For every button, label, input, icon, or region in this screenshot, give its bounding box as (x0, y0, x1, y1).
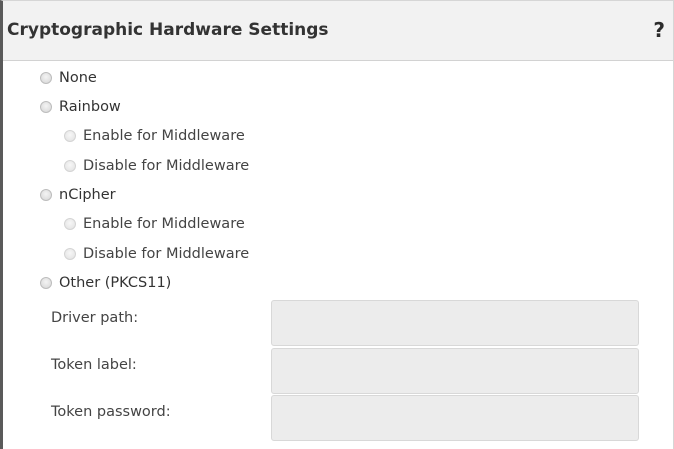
radio-label-rainbow-enable: Enable for Middleware (83, 128, 245, 144)
radio-button-ncipher[interactable] (40, 189, 52, 201)
token-password-input[interactable] (271, 395, 639, 441)
radio-label-rainbow-disable: Disable for Middleware (83, 158, 250, 174)
radio-option-none[interactable]: None (40, 67, 97, 89)
radio-label-ncipher-enable: Enable for Middleware (83, 216, 245, 232)
panel-header: Cryptographic Hardware Settings ? (3, 1, 673, 61)
cryptographic-hardware-settings-panel: Cryptographic Hardware Settings ? None R… (0, 0, 674, 449)
radio-option-other-pkcs11[interactable]: Other (PKCS11) (40, 272, 171, 294)
radio-option-rainbow-enable-middleware[interactable]: Enable for Middleware (64, 125, 245, 147)
radio-option-rainbow[interactable]: Rainbow (40, 96, 121, 118)
radio-label-rainbow: Rainbow (59, 99, 121, 115)
radio-label-ncipher-disable: Disable for Middleware (83, 246, 250, 262)
radio-button-rainbow-disable[interactable] (64, 160, 76, 172)
radio-option-ncipher-enable-middleware[interactable]: Enable for Middleware (64, 213, 245, 235)
token-label-label: Token label: (51, 357, 137, 373)
driver-path-label: Driver path: (51, 310, 139, 326)
radio-option-ncipher[interactable]: nCipher (40, 184, 116, 206)
token-password-label: Token password: (51, 404, 171, 420)
help-icon[interactable]: ? (653, 18, 665, 42)
radio-button-rainbow[interactable] (40, 101, 52, 113)
radio-label-ncipher: nCipher (59, 187, 116, 203)
token-label-input[interactable] (271, 348, 639, 394)
panel-title: Cryptographic Hardware Settings (7, 20, 329, 40)
radio-label-other: Other (PKCS11) (59, 275, 172, 291)
radio-label-none: None (59, 70, 97, 86)
radio-button-ncipher-disable[interactable] (64, 248, 76, 260)
radio-button-other[interactable] (40, 277, 52, 289)
radio-button-ncipher-enable[interactable] (64, 218, 76, 230)
radio-button-none[interactable] (40, 72, 52, 84)
radio-option-rainbow-disable-middleware[interactable]: Disable for Middleware (64, 155, 249, 177)
radio-button-rainbow-enable[interactable] (64, 130, 76, 142)
radio-option-ncipher-disable-middleware[interactable]: Disable for Middleware (64, 243, 249, 265)
driver-path-input[interactable] (271, 300, 639, 346)
